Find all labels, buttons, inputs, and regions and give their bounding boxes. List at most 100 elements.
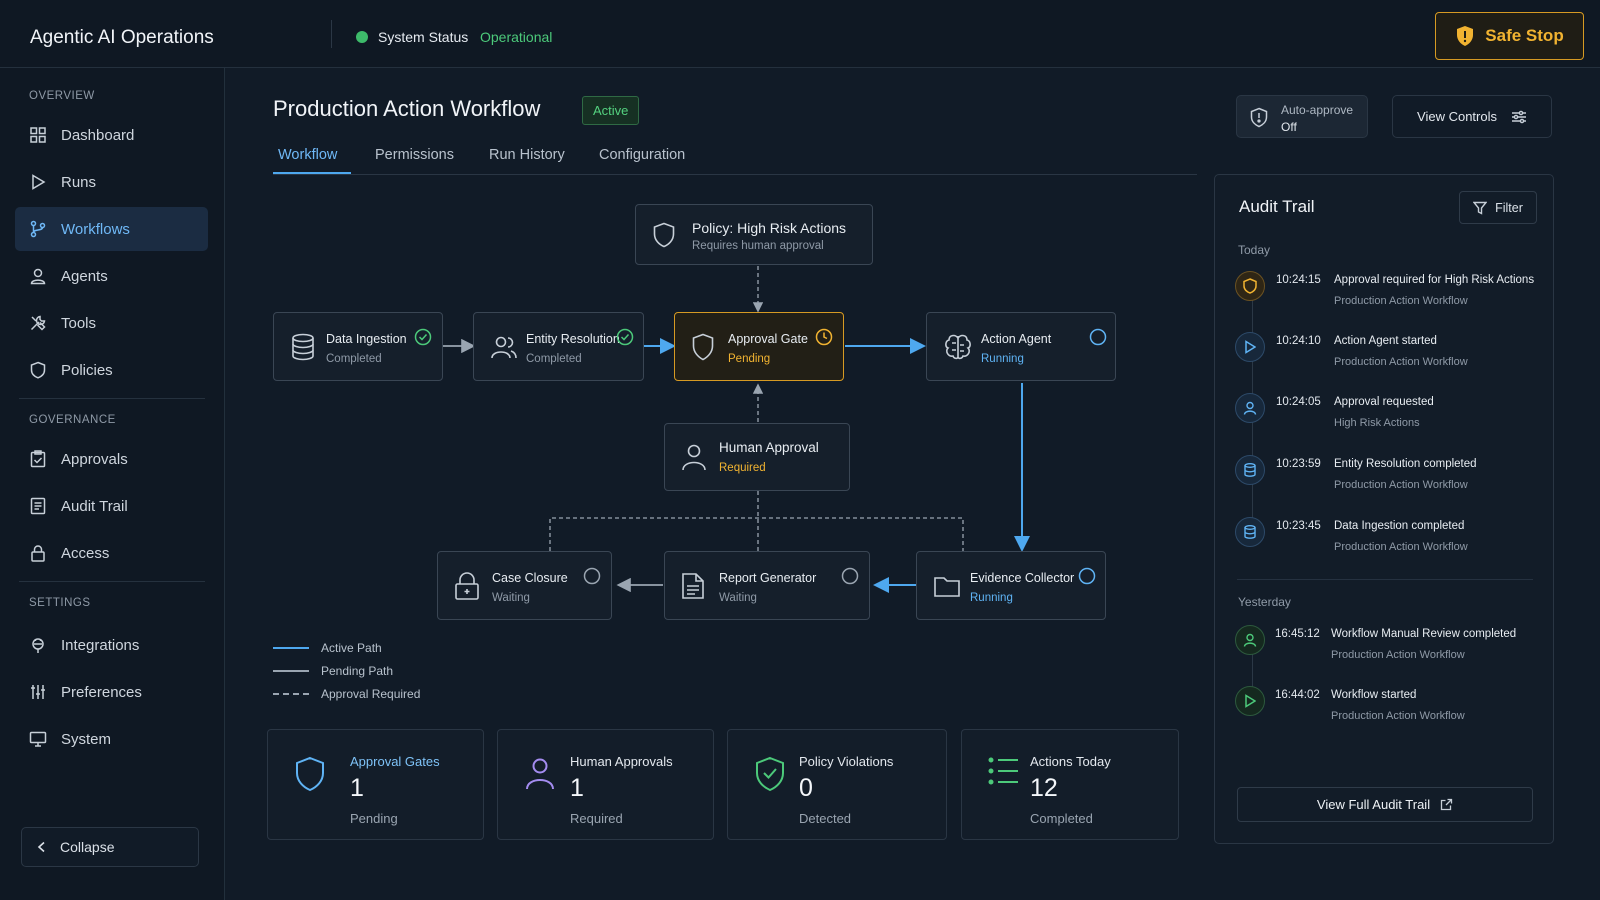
case-closure-node[interactable]: Case Closure Waiting — [437, 551, 612, 620]
event-title: Approval required for High Risk Actions — [1334, 274, 1535, 286]
event-time: 10:23:45 — [1276, 520, 1321, 532]
filter-button[interactable]: Filter — [1459, 191, 1537, 224]
user-icon — [681, 443, 707, 471]
event-time: 16:44:02 — [1275, 689, 1320, 701]
node-subtitle: Requires human approval — [692, 240, 824, 252]
audit-event[interactable]: 16:44:02 Workflow started Production Act… — [1235, 686, 1545, 736]
stat-subtext: Pending — [350, 811, 398, 826]
stat-value: 12 — [1030, 774, 1058, 802]
stat-subtext: Required — [570, 811, 623, 826]
database-icon — [1235, 455, 1265, 485]
node-status: Completed — [326, 353, 382, 365]
check-circle-icon — [616, 328, 634, 346]
filter-icon — [1473, 201, 1488, 215]
view-full-audit-label: View Full Audit Trail — [1316, 797, 1431, 812]
node-status: Running — [970, 592, 1013, 604]
audit-event[interactable]: 10:24:10 Action Agent started Production… — [1235, 332, 1545, 382]
legend-label: Approval Required — [321, 687, 421, 701]
event-subtitle: Production Action Workflow — [1334, 479, 1468, 491]
stat-card-human-approvals[interactable]: Human Approvals 1 Required — [497, 729, 714, 840]
node-status: Running — [981, 353, 1024, 365]
event-time: 10:24:15 — [1276, 274, 1321, 286]
event-subtitle: Production Action Workflow — [1334, 541, 1468, 553]
stat-card-actions-today[interactable]: Actions Today 12 Completed — [961, 729, 1179, 840]
play-icon — [1235, 332, 1265, 362]
node-title: Action Agent — [981, 332, 1052, 346]
connector-approval-required-fanout — [549, 491, 964, 551]
legend-label: Active Path — [321, 641, 382, 655]
report-generator-node[interactable]: Report Generator Waiting — [664, 551, 870, 620]
entity-resolution-node[interactable]: Entity Resolution Completed — [473, 312, 644, 381]
audit-trail-panel: Audit Trail Filter Today 10:24:15 Approv… — [1214, 174, 1554, 844]
node-title: Policy: High Risk Actions — [692, 220, 847, 236]
legend-line — [273, 647, 309, 649]
node-title: Evidence Collector — [970, 571, 1075, 585]
event-time: 10:24:05 — [1276, 396, 1321, 408]
node-title: Data Ingestion — [326, 332, 407, 346]
shield-icon — [294, 756, 326, 792]
shield-check-icon — [754, 756, 786, 792]
legend-line — [273, 693, 309, 695]
user-icon — [1235, 393, 1265, 423]
node-title: Human Approval — [719, 440, 819, 455]
stat-label: Human Approvals — [570, 754, 673, 769]
brain-icon — [943, 333, 973, 361]
play-icon — [1235, 686, 1265, 716]
event-subtitle: Production Action Workflow — [1331, 649, 1465, 661]
shield-icon — [652, 222, 676, 248]
lock-icon — [454, 571, 480, 600]
node-status: Waiting — [492, 592, 530, 604]
node-status: Required — [719, 462, 766, 474]
node-status: Pending — [728, 353, 771, 365]
folder-icon — [933, 574, 961, 598]
stat-card-approval-gates[interactable]: Approval Gates 1 Pending — [267, 729, 484, 840]
legend-approval-required: Approval Required — [273, 687, 420, 701]
node-status: Waiting — [719, 592, 757, 604]
stat-value: 0 — [799, 774, 813, 802]
database-icon — [1235, 517, 1265, 547]
node-status: Completed — [526, 353, 582, 365]
legend-pending-path: Pending Path — [273, 664, 393, 678]
event-title: Approval requested — [1334, 396, 1434, 408]
legend-line — [273, 670, 309, 672]
audit-event[interactable]: 10:24:15 Approval required for High Risk… — [1235, 271, 1545, 321]
event-time: 10:23:59 — [1276, 458, 1321, 470]
audit-event[interactable]: 10:23:45 Data Ingestion completed Produc… — [1235, 517, 1545, 567]
filter-label: Filter — [1495, 200, 1523, 215]
user-icon — [524, 756, 556, 790]
approval-gate-node[interactable]: Approval Gate Pending — [674, 312, 844, 381]
event-title: Workflow Manual Review completed — [1331, 628, 1517, 640]
shield-icon — [1235, 271, 1265, 301]
policy-node[interactable]: Policy: High Risk Actions Requires human… — [635, 204, 873, 265]
event-time: 16:45:12 — [1275, 628, 1320, 640]
legend-active-path: Active Path — [273, 641, 382, 655]
waiting-circle-icon — [583, 567, 601, 585]
running-circle-icon — [1078, 567, 1096, 585]
action-agent-node[interactable]: Action Agent Running — [926, 312, 1116, 381]
node-title: Approval Gate — [728, 332, 808, 346]
user-icon — [1235, 625, 1265, 655]
list-icon — [988, 756, 1020, 786]
event-title: Workflow started — [1331, 689, 1417, 701]
check-circle-icon — [414, 328, 432, 346]
view-full-audit-trail-button[interactable]: View Full Audit Trail — [1237, 787, 1533, 822]
audit-event[interactable]: 16:45:12 Workflow Manual Review complete… — [1235, 625, 1545, 675]
data-ingestion-node[interactable]: Data Ingestion Completed — [273, 312, 443, 381]
human-approval-node[interactable]: Human Approval Required — [664, 423, 850, 491]
node-title: Report Generator — [719, 571, 817, 585]
external-link-icon — [1440, 798, 1453, 811]
document-icon — [681, 572, 705, 600]
shield-icon — [691, 333, 715, 361]
users-icon — [490, 334, 518, 360]
audit-event[interactable]: 10:23:59 Entity Resolution completed Pro… — [1235, 455, 1545, 505]
divider — [1237, 579, 1533, 580]
node-title: Case Closure — [492, 571, 568, 585]
event-title: Action Agent started — [1334, 335, 1437, 347]
audit-event[interactable]: 10:24:05 Approval requested High Risk Ac… — [1235, 393, 1545, 443]
stat-card-policy-violations[interactable]: Policy Violations 0 Detected — [727, 729, 947, 840]
event-subtitle: Production Action Workflow — [1334, 356, 1468, 368]
day-label-yesterday: Yesterday — [1238, 595, 1291, 609]
stat-label: Policy Violations — [799, 754, 894, 769]
evidence-collector-node[interactable]: Evidence Collector Running — [916, 551, 1106, 620]
node-title: Entity Resolution — [526, 332, 620, 346]
